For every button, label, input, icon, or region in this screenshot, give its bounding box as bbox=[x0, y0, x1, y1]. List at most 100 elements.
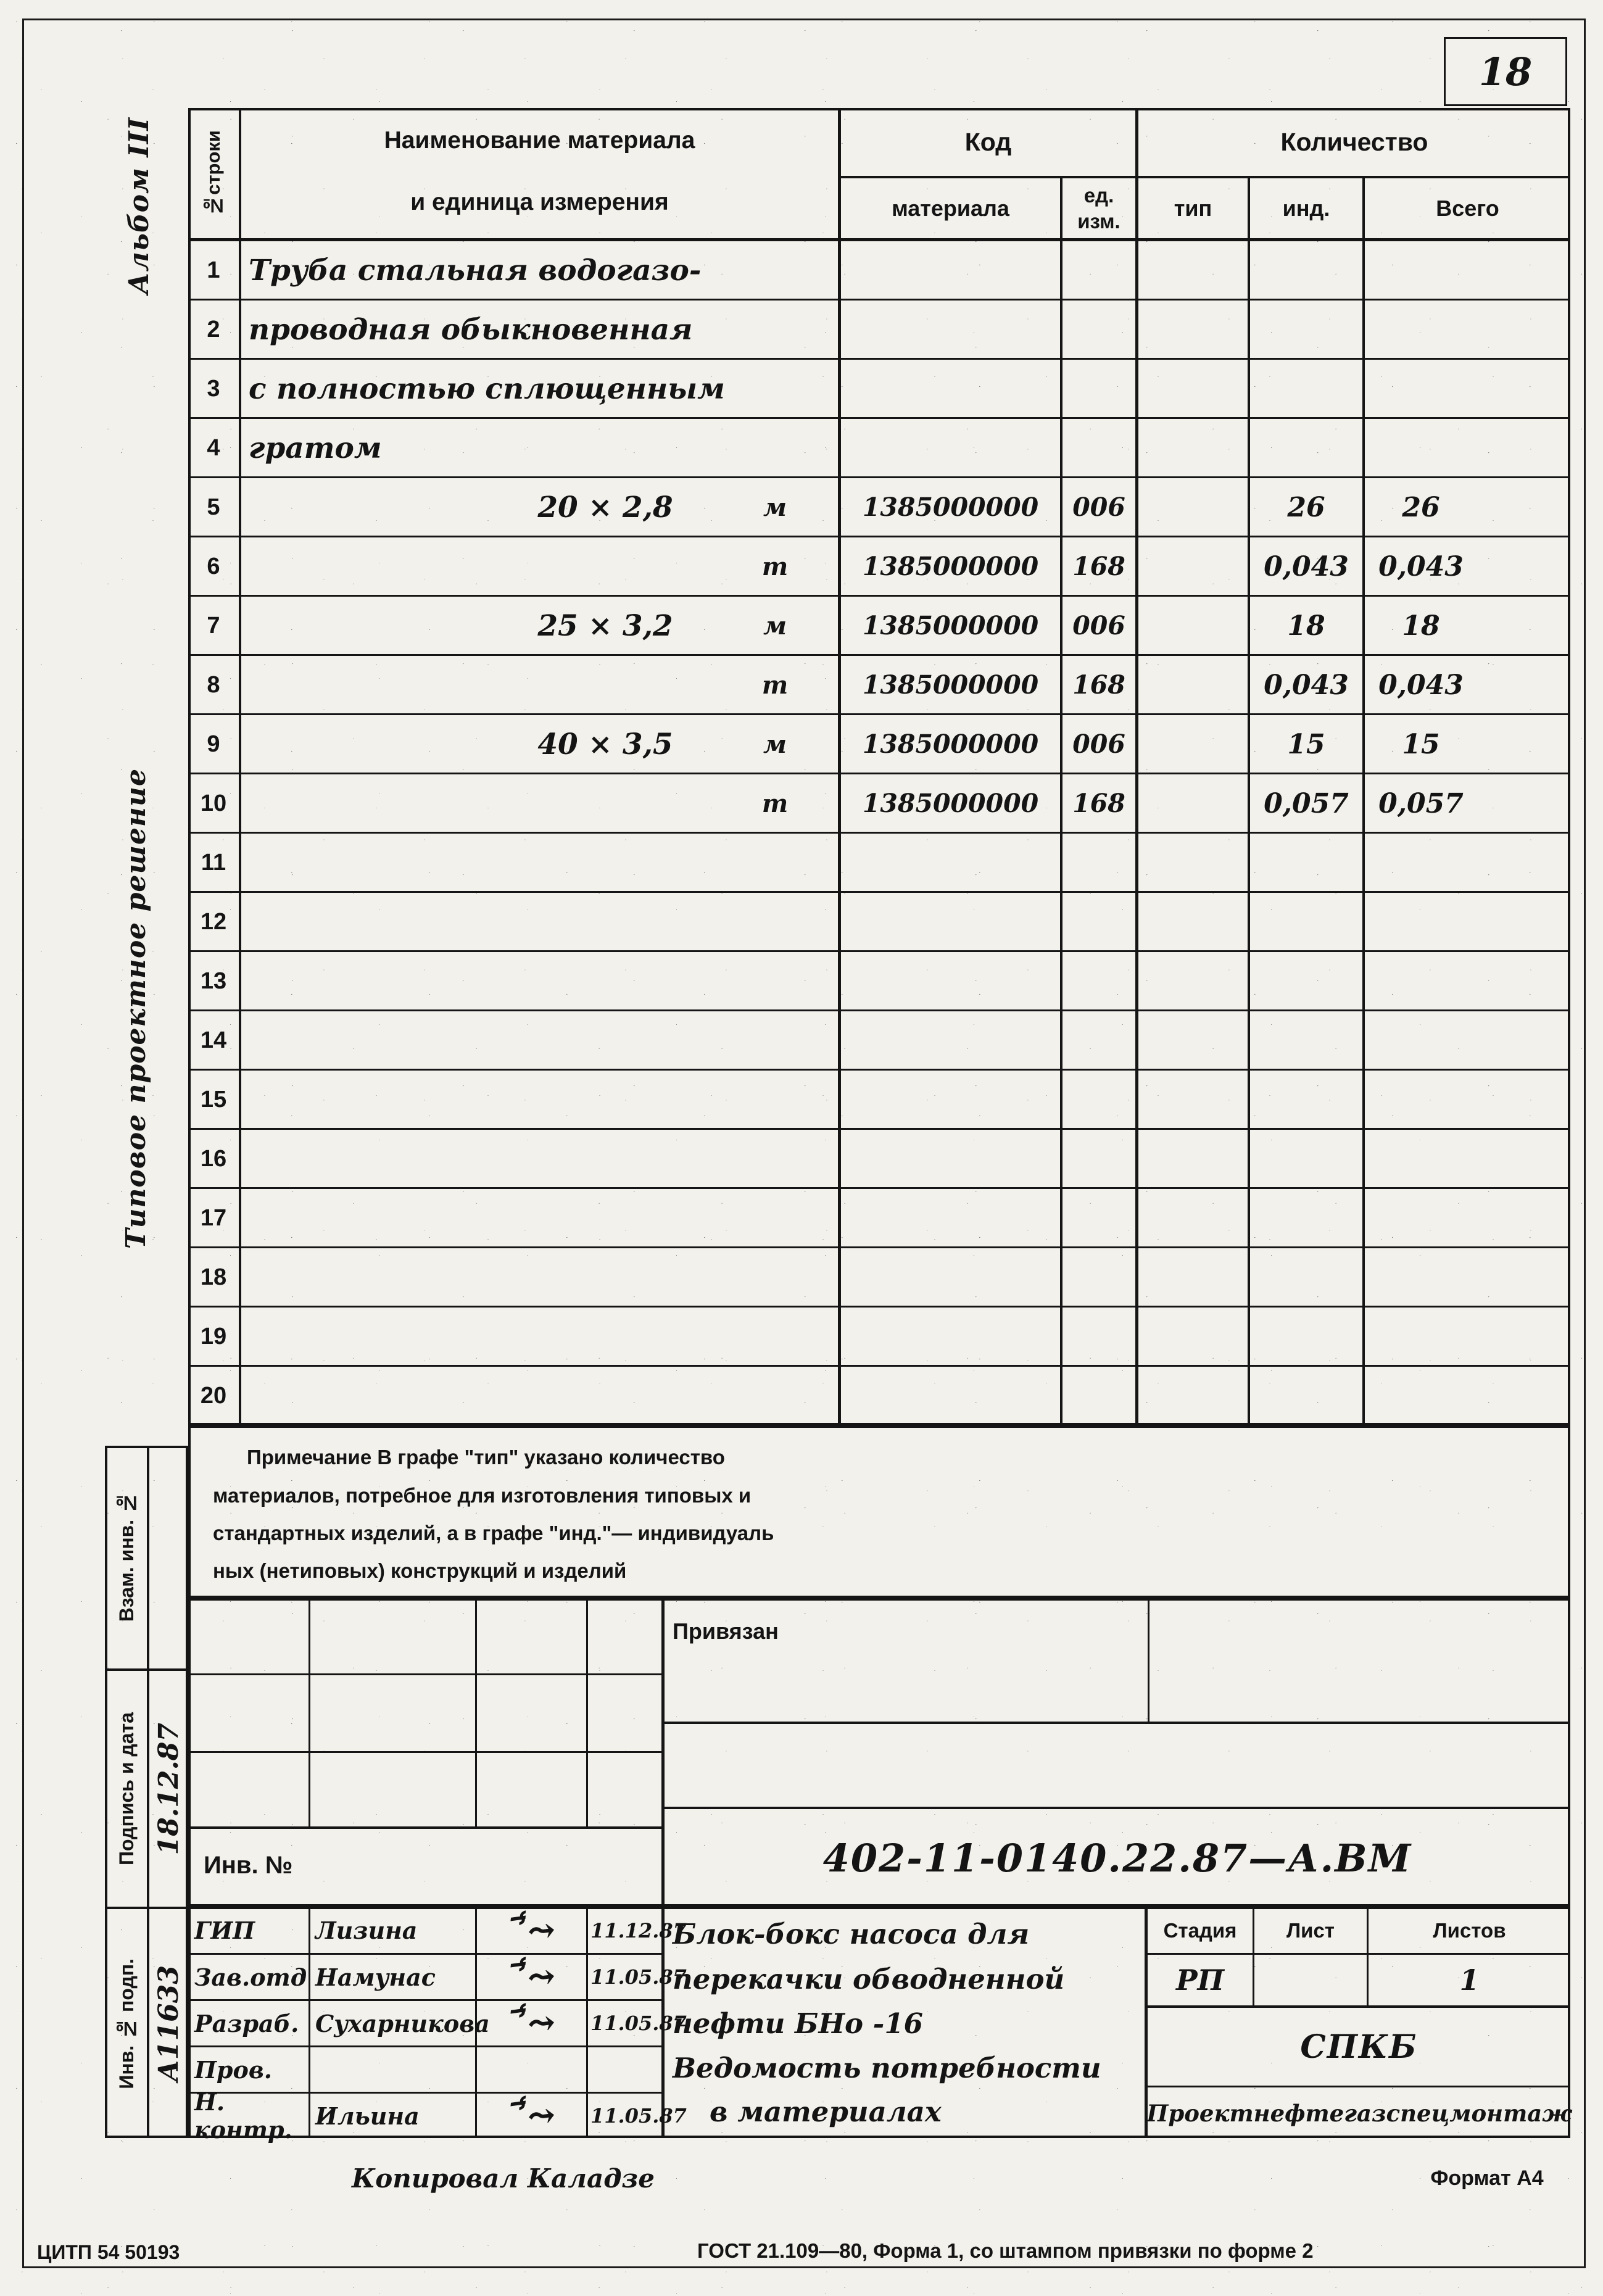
table-cell-qty-ind bbox=[1250, 1307, 1362, 1366]
table-cell-qty-type bbox=[1138, 951, 1248, 1011]
table-cell-qty-total bbox=[1365, 241, 1477, 300]
header-code-unit-line2: изм. bbox=[1077, 209, 1120, 233]
title-role-label: Пров. bbox=[194, 2055, 273, 2084]
sheet-label-cell: Лист bbox=[1254, 1908, 1367, 1953]
table-cell-material-unit bbox=[741, 1011, 809, 1070]
table-row-number: 19 bbox=[200, 1323, 227, 1349]
title-role-label: Зав.отд bbox=[194, 1963, 307, 1991]
table-row-number: 6 bbox=[207, 553, 220, 579]
project-title-line-2: перекачки обводненной bbox=[673, 1963, 1065, 1996]
table-cell-qty-total bbox=[1365, 892, 1477, 951]
label-inv-podp: Инв. № подп. bbox=[115, 1958, 138, 2089]
header-rowno-label: №строки bbox=[202, 130, 224, 217]
table-cell-material-size: 20 × 2,8 bbox=[537, 490, 673, 524]
table-row-number: 13 bbox=[200, 968, 227, 994]
attached-label: Привязан bbox=[673, 1618, 779, 1644]
document-page: 18 Альбом III Типовое проектное решение … bbox=[0, 0, 1603, 2296]
table-cell-material-unit: т bbox=[761, 552, 789, 581]
note-line-1: Примечание В графе "тип" указано количес… bbox=[247, 1446, 725, 1469]
table-row-number: 3 bbox=[207, 375, 220, 402]
table-cell-code-material bbox=[841, 300, 1060, 359]
table-cell-qty-ind bbox=[1250, 359, 1362, 418]
table-cell-qty-ind bbox=[1250, 418, 1362, 478]
title-role-date: 11.05.87 bbox=[590, 1965, 687, 1989]
binding-col-rule-1 bbox=[309, 1598, 310, 1828]
table-cell-qty-total: 26 bbox=[1402, 491, 1440, 523]
table-cell-code-material bbox=[841, 1070, 1060, 1129]
stage-value-cell: РП bbox=[1148, 1955, 1253, 2005]
table-cell-code-material: 1385000000 bbox=[862, 552, 1039, 581]
table-cell-qty-type bbox=[1138, 1366, 1248, 1425]
table-cell-material-size: 25 × 3,2 bbox=[537, 608, 673, 643]
label-vzam-inv: Взам. инв. № bbox=[115, 1492, 138, 1622]
header-quantity-cell: Количество bbox=[1138, 108, 1570, 176]
table-cell-material-name: проводная обыкновенная bbox=[249, 312, 693, 347]
table-row-number: 4 bbox=[207, 434, 220, 461]
album-label: Альбом III bbox=[123, 117, 155, 295]
table-cell-qty-ind bbox=[1250, 1011, 1362, 1070]
left-stamp-label-podpis: Подпись и дата bbox=[105, 1671, 148, 1907]
title-role-label: Разраб. bbox=[194, 2009, 299, 2037]
header-quantity-label: Количество bbox=[1280, 127, 1428, 156]
header-code-material-cell: материала bbox=[841, 178, 1060, 238]
table-cell-qty-ind: 0,043 bbox=[1264, 550, 1349, 582]
table-row-number: 10 bbox=[200, 790, 227, 816]
table-cell-qty-type bbox=[1138, 892, 1248, 951]
table-cell-qty-type bbox=[1138, 418, 1248, 478]
table-cell-code-material: 1385000000 bbox=[862, 670, 1039, 700]
project-title-line-5: в материалах bbox=[710, 2095, 942, 2128]
table-cell-qty-ind bbox=[1250, 1366, 1362, 1425]
table-cell-code-material bbox=[841, 1248, 1060, 1307]
table-row-number: 7 bbox=[207, 612, 220, 639]
table-cell-code-material bbox=[841, 1188, 1060, 1248]
table-row-number: 2 bbox=[207, 316, 220, 342]
table-cell-qty-total bbox=[1365, 418, 1477, 478]
binding-row-rule-3 bbox=[188, 1826, 661, 1829]
table-row-number: 15 bbox=[200, 1086, 227, 1113]
table-cell-code-unit bbox=[1062, 241, 1135, 300]
inv-number-value: А11633 bbox=[153, 1965, 184, 2082]
table-cell-material-unit: т bbox=[761, 670, 789, 700]
header-code-cell: Код bbox=[841, 108, 1135, 176]
inv-no-label: Инв. № bbox=[204, 1851, 293, 1879]
copied-by: Копировал Каладзе bbox=[352, 2163, 655, 2194]
table-cell-qty-type bbox=[1138, 655, 1248, 715]
title-role-date: 11.05.87 bbox=[590, 2012, 687, 2035]
sheets-label-cell: Листов bbox=[1369, 1908, 1570, 1953]
table-row-number: 1 bbox=[207, 257, 220, 283]
table-cell-material-unit bbox=[741, 892, 809, 951]
table-cell-code-material bbox=[841, 1366, 1060, 1425]
table-cell-material-size bbox=[500, 1366, 710, 1425]
title-role-date bbox=[588, 2047, 661, 2092]
page-number: 18 bbox=[1478, 49, 1533, 94]
table-cell-code-unit bbox=[1062, 1070, 1135, 1129]
binding-inv-cell: Инв. № bbox=[204, 1831, 512, 1899]
table-cell-code-material bbox=[841, 1011, 1060, 1070]
title-role-name: Ильина bbox=[315, 2102, 420, 2130]
header-qty-type-label: тип bbox=[1174, 195, 1212, 221]
table-cell-material-size bbox=[500, 1248, 710, 1307]
table-cell-qty-total bbox=[1365, 1248, 1477, 1307]
table-cell-code-material: 1385000000 bbox=[862, 729, 1039, 759]
sheets-value-cell: 1 bbox=[1369, 1955, 1570, 2005]
header-qty-ind-label: инд. bbox=[1282, 195, 1330, 221]
table-cell-material-unit: м bbox=[763, 729, 787, 759]
copied-by-cell: Копировал Каладзе bbox=[352, 2153, 845, 2203]
title-role-name: Намунас bbox=[315, 1963, 436, 1991]
header-qty-total-label: Всего bbox=[1436, 195, 1499, 221]
table-cell-qty-total bbox=[1365, 1070, 1477, 1129]
org-short-cell: СПКБ bbox=[1148, 2008, 1570, 2086]
table-cell-qty-type bbox=[1138, 359, 1248, 418]
table-cell-code-material bbox=[841, 892, 1060, 951]
table-cell-material-unit bbox=[741, 1248, 809, 1307]
table-cell-material-size bbox=[500, 1129, 710, 1188]
table-cell-material-unit bbox=[741, 1307, 809, 1366]
page-number-box: 18 bbox=[1444, 37, 1567, 106]
table-cell-qty-total bbox=[1365, 833, 1477, 892]
table-cell-qty-ind bbox=[1250, 892, 1362, 951]
table-cell-material-size bbox=[500, 951, 710, 1011]
table-cell-qty-total bbox=[1365, 1188, 1477, 1248]
table-cell-code-unit bbox=[1062, 892, 1135, 951]
table-cell-qty-type bbox=[1138, 774, 1248, 833]
table-cell-material-size bbox=[500, 892, 710, 951]
